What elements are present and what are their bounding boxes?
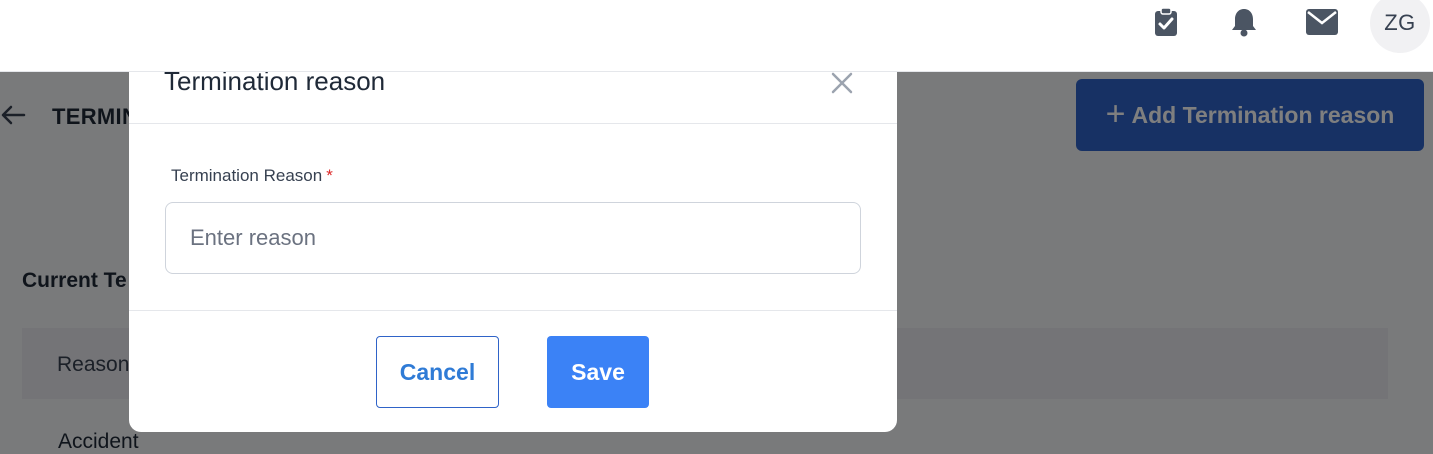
cancel-button[interactable]: Cancel xyxy=(376,336,499,408)
divider xyxy=(129,310,897,311)
bell-icon[interactable] xyxy=(1228,6,1260,38)
reason-input[interactable] xyxy=(165,202,861,274)
avatar[interactable]: ZG xyxy=(1370,0,1430,53)
field-label: Termination Reason * xyxy=(171,166,333,186)
save-button[interactable]: Save xyxy=(547,336,649,408)
mail-icon[interactable] xyxy=(1306,6,1338,38)
field-label-text: Termination Reason xyxy=(171,166,323,185)
modal-title: Termination reason xyxy=(164,72,386,96)
top-header: ZG xyxy=(0,0,1433,72)
divider xyxy=(129,123,897,124)
termination-reason-modal: Termination reason Termination Reason* C… xyxy=(129,72,897,432)
required-marker: * xyxy=(326,166,333,185)
close-icon[interactable] xyxy=(826,72,858,99)
clipboard-check-icon[interactable] xyxy=(1150,6,1182,38)
